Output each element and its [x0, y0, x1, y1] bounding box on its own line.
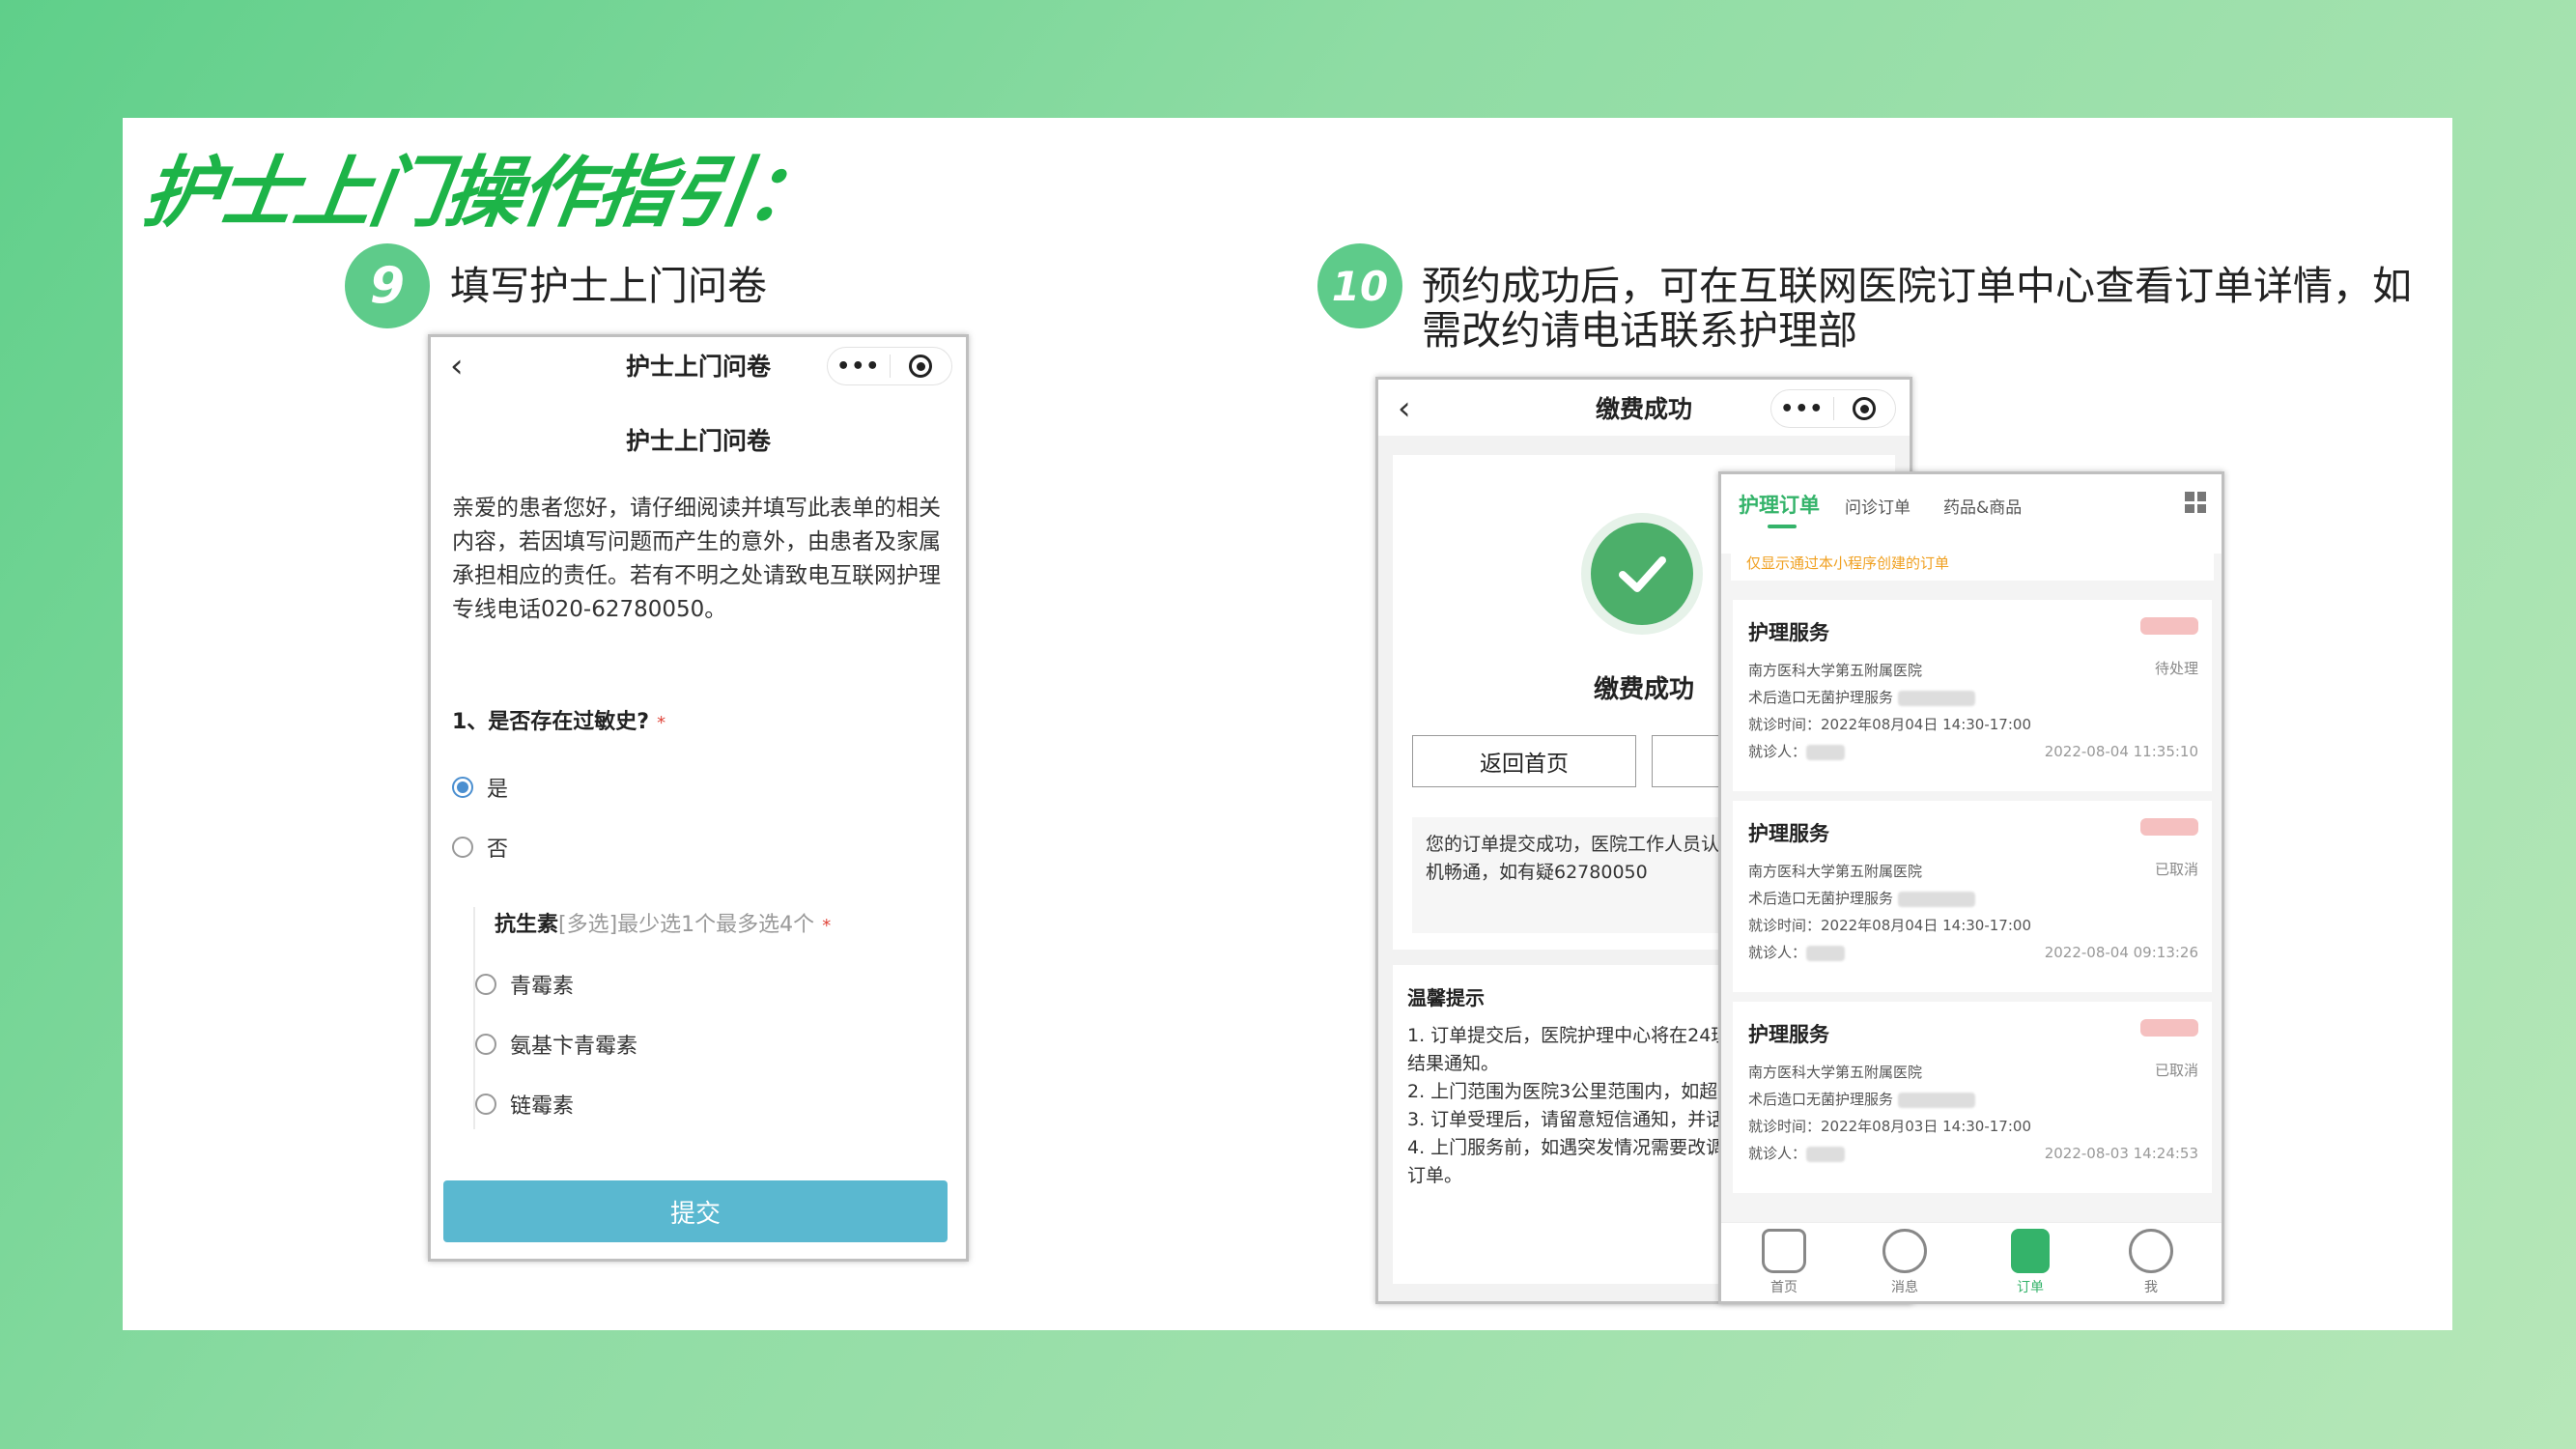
order-visit-time: 就诊时间：2022年08月04日 14:30-17:00 — [1748, 917, 2031, 934]
radio-icon[interactable] — [475, 1034, 496, 1055]
order-title: 护理服务 — [1748, 621, 1829, 644]
antibiotic-option-1[interactable]: 青霉素 — [475, 969, 574, 1000]
order-created-time: 2022-08-03 14:24:53 — [2044, 1145, 2198, 1162]
nav-messages[interactable]: 消息 — [1871, 1229, 1939, 1296]
step-10-text-line1: 预约成功后，可在互联网医院订单中心查看订单详情，如 — [1422, 263, 2412, 309]
antibiotic-subquestion: 抗生素[多选]最少选1个最多选4个 * 青霉素 氨基卞青霉素 链霉素 — [473, 907, 927, 1129]
radio-icon[interactable] — [475, 1094, 496, 1115]
order-service: 术后造口无菌护理服务 — [1748, 687, 1975, 707]
order-created-time: 2022-08-04 09:13:26 — [2044, 944, 2198, 961]
order-patient: 就诊人： — [1748, 942, 1846, 962]
orders-screen: 护理订单 问诊订单 药品&商品 仅显示通过本小程序创建的订单 护理服务 南方医科… — [1718, 471, 2224, 1304]
navbar-title: 护士上门问卷 — [625, 353, 771, 381]
submit-button[interactable]: 提交 — [443, 1180, 948, 1242]
page-title: 护士上门操作指引： — [137, 148, 829, 238]
questionnaire-navbar: ‹ 护士上门问卷 ••• — [431, 337, 966, 393]
tab-drug-orders[interactable]: 药品&商品 — [1943, 494, 2022, 518]
back-icon[interactable]: ‹ — [450, 347, 464, 385]
active-tab-indicator — [1768, 525, 1797, 528]
questionnaire-title: 护士上门问卷 — [625, 427, 771, 455]
order-price — [2140, 818, 2198, 836]
order-hospital: 南方医科大学第五附属医院 — [1748, 662, 1923, 679]
close-target-icon[interactable] — [1834, 397, 1896, 420]
order-visit-time: 就诊时间：2022年08月04日 14:30-17:00 — [1748, 716, 2031, 733]
option-label: 氨基卞青霉素 — [510, 1035, 638, 1059]
antibiotic-option-2[interactable]: 氨基卞青霉素 — [475, 1029, 637, 1060]
radio-icon[interactable] — [475, 974, 496, 995]
question-label: 1、是否存在过敏史? — [452, 710, 650, 734]
orders-note: 仅显示通过本小程序创建的订单 — [1731, 544, 2214, 581]
order-status: 待处理 — [2154, 660, 2198, 677]
order-price — [2140, 617, 2198, 635]
radio-icon[interactable] — [452, 837, 473, 858]
order-title: 护理服务 — [1748, 1023, 1829, 1046]
nav-home[interactable]: 首页 — [1750, 1229, 1818, 1296]
order-price — [2140, 1019, 2198, 1037]
subquestion-title: 抗生素[多选]最少选1个最多选4个 * — [495, 913, 832, 937]
tab-consult-orders[interactable]: 问诊订单 — [1845, 494, 1911, 518]
option-label: 链霉素 — [510, 1094, 575, 1119]
mini-program-capsule: ••• — [1770, 389, 1896, 428]
option-label: 是 — [487, 778, 509, 802]
order-tabs: 护理订单 问诊订单 药品&商品 — [1721, 474, 2222, 554]
tab-nursing-orders[interactable]: 护理订单 — [1739, 490, 1820, 519]
antibiotic-option-3[interactable]: 链霉素 — [475, 1089, 574, 1120]
navbar-title: 缴费成功 — [1595, 395, 1692, 423]
order-card[interactable]: 护理服务 南方医科大学第五附属医院 待处理 术后造口无菌护理服务 就诊时间：20… — [1733, 600, 2212, 791]
profile-icon — [2129, 1229, 2173, 1273]
message-icon — [1882, 1229, 1927, 1273]
order-status: 已取消 — [2154, 861, 2198, 878]
order-created-time: 2022-08-04 11:35:10 — [2044, 743, 2198, 760]
check-icon — [1591, 523, 1693, 625]
questionnaire-intro: 亲爱的患者您好，请仔细阅读并填写此表单的相关内容，若因填写问题而产生的意外，由患… — [452, 496, 941, 622]
order-service: 术后造口无菌护理服务 — [1748, 888, 1975, 908]
grid-icon[interactable] — [2185, 492, 2206, 513]
home-icon — [1762, 1229, 1806, 1273]
option-yes[interactable]: 是 — [452, 772, 508, 803]
close-target-icon[interactable] — [891, 355, 952, 378]
bottom-nav: 首页 消息 订单 我 — [1721, 1222, 2222, 1301]
radio-checked-icon[interactable] — [452, 777, 473, 798]
questionnaire-screen: ‹ 护士上门问卷 ••• 护士上门问卷 亲爱的患者您好，请仔细阅读并填写此表单的… — [428, 334, 969, 1262]
step-10-text-line2: 需改约请电话联系护理部 — [1422, 307, 1857, 354]
order-hospital: 南方医科大学第五附属医院 — [1748, 863, 1923, 880]
nav-me[interactable]: 我 — [2117, 1229, 2185, 1296]
order-patient: 就诊人： — [1748, 1143, 1846, 1163]
back-icon[interactable]: ‹ — [1398, 389, 1411, 428]
back-home-button[interactable]: 返回首页 — [1412, 735, 1636, 787]
nav-orders[interactable]: 订单 — [1996, 1229, 2064, 1296]
order-status: 已取消 — [2154, 1062, 2198, 1079]
payment-navbar: ‹ 缴费成功 ••• — [1378, 380, 1910, 436]
order-title: 护理服务 — [1748, 822, 1829, 845]
order-service: 术后造口无菌护理服务 — [1748, 1089, 1975, 1109]
order-visit-time: 就诊时间：2022年08月03日 14:30-17:00 — [1748, 1118, 2031, 1135]
more-icon[interactable]: ••• — [1771, 397, 1833, 421]
step-10-badge: 10 — [1317, 243, 1402, 328]
option-no[interactable]: 否 — [452, 832, 508, 863]
order-hospital: 南方医科大学第五附属医院 — [1748, 1064, 1923, 1081]
order-card[interactable]: 护理服务 南方医科大学第五附属医院 已取消 术后造口无菌护理服务 就诊时间：20… — [1733, 1002, 2212, 1193]
required-mark: * — [657, 713, 666, 733]
order-patient: 就诊人： — [1748, 741, 1846, 761]
question-allergy: 1、是否存在过敏史? * — [452, 704, 665, 735]
more-icon[interactable]: ••• — [828, 355, 890, 379]
option-label: 青霉素 — [510, 975, 575, 999]
step-9-badge: 9 — [345, 243, 430, 328]
order-icon — [2011, 1229, 2050, 1273]
mini-program-capsule: ••• — [827, 347, 952, 385]
step-9-text: 填写护士上门问卷 — [450, 263, 767, 309]
order-card[interactable]: 护理服务 南方医科大学第五附属医院 已取消 术后造口无菌护理服务 就诊时间：20… — [1733, 801, 2212, 992]
option-label: 否 — [487, 838, 509, 862]
